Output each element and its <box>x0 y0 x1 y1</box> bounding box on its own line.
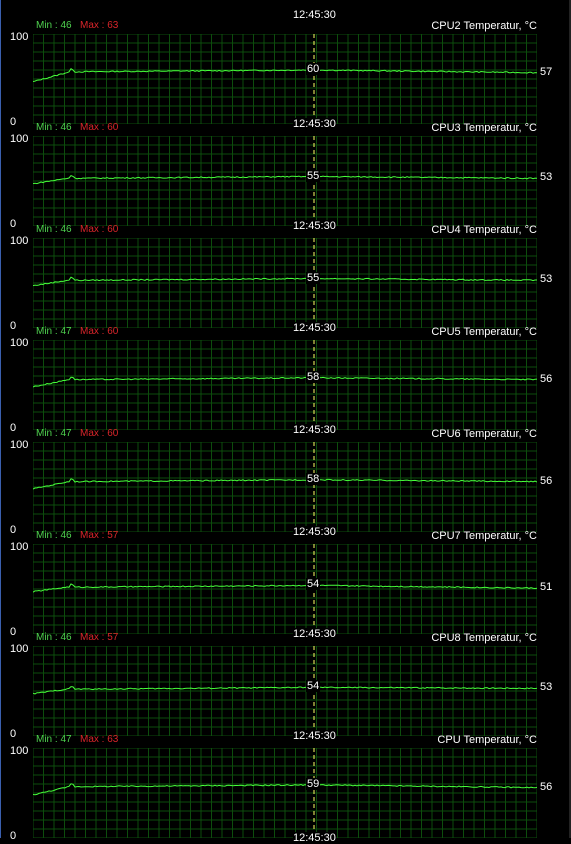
min-label: Min : 46 <box>36 632 72 643</box>
max-label: Max : 60 <box>80 224 119 235</box>
plot-area[interactable] <box>33 34 537 124</box>
current-value: 56 <box>540 780 553 793</box>
min-label: Min : 47 <box>36 326 72 337</box>
current-value: 53 <box>540 171 553 184</box>
plot-svg <box>33 136 537 226</box>
plot-svg <box>33 34 537 124</box>
plot-area[interactable] <box>33 748 537 838</box>
max-label: Max : 63 <box>80 20 119 31</box>
plot-svg <box>33 442 537 532</box>
current-value: 53 <box>540 273 553 286</box>
plot-area[interactable] <box>33 442 537 532</box>
plot-area[interactable] <box>33 646 537 736</box>
max-label: Max : 60 <box>80 326 119 337</box>
min-label: Min : 47 <box>36 734 72 745</box>
plot-area[interactable] <box>33 136 537 226</box>
graph-cpu2[interactable]: 100 0 Min : 46 Max : 63 CPU2 Temperatur,… <box>0 20 571 130</box>
min-label: Min : 46 <box>36 530 72 541</box>
y-axis-max: 100 <box>10 31 29 43</box>
current-value: 51 <box>540 581 553 594</box>
plot-svg <box>33 340 537 430</box>
y-axis-max: 100 <box>10 541 29 553</box>
current-value: 56 <box>540 372 553 385</box>
max-label: Max : 57 <box>80 530 119 541</box>
max-label: Max : 60 <box>80 122 119 133</box>
graph-cpu[interactable]: 100 0 Min : 47 Max : 63 CPU Temperatur, … <box>0 734 571 844</box>
y-axis-min: 0 <box>10 830 17 842</box>
y-axis-max: 100 <box>10 133 29 145</box>
cursor-time: 12:45:30 <box>293 832 336 844</box>
y-axis-max: 100 <box>10 439 29 451</box>
plot-svg <box>33 544 537 634</box>
graph-title: CPU5 Temperatur, °C <box>431 326 537 338</box>
graph-cpu8[interactable]: 100 0 Min : 46 Max : 57 CPU8 Temperatur,… <box>0 632 571 742</box>
max-label: Max : 57 <box>80 632 119 643</box>
graph-title: CPU Temperatur, °C <box>437 734 537 746</box>
graph-title: CPU3 Temperatur, °C <box>431 122 537 134</box>
cursor-value: 59 <box>306 777 321 790</box>
y-axis-max: 100 <box>10 337 29 349</box>
cursor-value: 55 <box>306 169 321 182</box>
graph-cpu4[interactable]: 100 0 Min : 46 Max : 60 CPU4 Temperatur,… <box>0 224 571 334</box>
graph-title: CPU2 Temperatur, °C <box>431 20 537 32</box>
cursor-value: 54 <box>306 680 321 693</box>
graph-title: CPU7 Temperatur, °C <box>431 530 537 542</box>
min-label: Min : 46 <box>36 224 72 235</box>
min-label: Min : 46 <box>36 122 72 133</box>
y-axis-max: 100 <box>10 235 29 247</box>
graph-cpu6[interactable]: 100 0 Min : 47 Max : 60 CPU6 Temperatur,… <box>0 428 571 538</box>
cursor-value: 55 <box>306 271 321 284</box>
plot-area[interactable] <box>33 238 537 328</box>
plot-svg <box>33 646 537 736</box>
graph-cpu3[interactable]: 100 0 Min : 46 Max : 60 CPU3 Temperatur,… <box>0 122 571 232</box>
cursor-value: 58 <box>306 472 321 485</box>
plot-svg <box>33 748 537 838</box>
current-value: 53 <box>540 681 553 694</box>
cursor-value: 54 <box>306 578 321 591</box>
graph-cpu5[interactable]: 100 0 Min : 47 Max : 60 CPU5 Temperatur,… <box>0 326 571 436</box>
cursor-time-top: 12:45:30 <box>293 9 336 21</box>
graph-title: CPU6 Temperatur, °C <box>431 428 537 440</box>
plot-svg <box>33 238 537 328</box>
max-label: Max : 63 <box>80 734 119 745</box>
cursor-value: 58 <box>306 370 321 383</box>
graph-title: CPU8 Temperatur, °C <box>431 632 537 644</box>
plot-area[interactable] <box>33 340 537 430</box>
max-label: Max : 60 <box>80 428 119 439</box>
plot-area[interactable] <box>33 544 537 634</box>
min-label: Min : 47 <box>36 428 72 439</box>
y-axis-max: 100 <box>10 745 29 757</box>
y-axis-max: 100 <box>10 643 29 655</box>
current-value: 56 <box>540 474 553 487</box>
min-label: Min : 46 <box>36 20 72 31</box>
current-value: 57 <box>540 65 553 78</box>
graph-cpu7[interactable]: 100 0 Min : 46 Max : 57 CPU7 Temperatur,… <box>0 530 571 640</box>
graph-title: CPU4 Temperatur, °C <box>431 224 537 236</box>
cursor-value: 60 <box>306 63 321 75</box>
